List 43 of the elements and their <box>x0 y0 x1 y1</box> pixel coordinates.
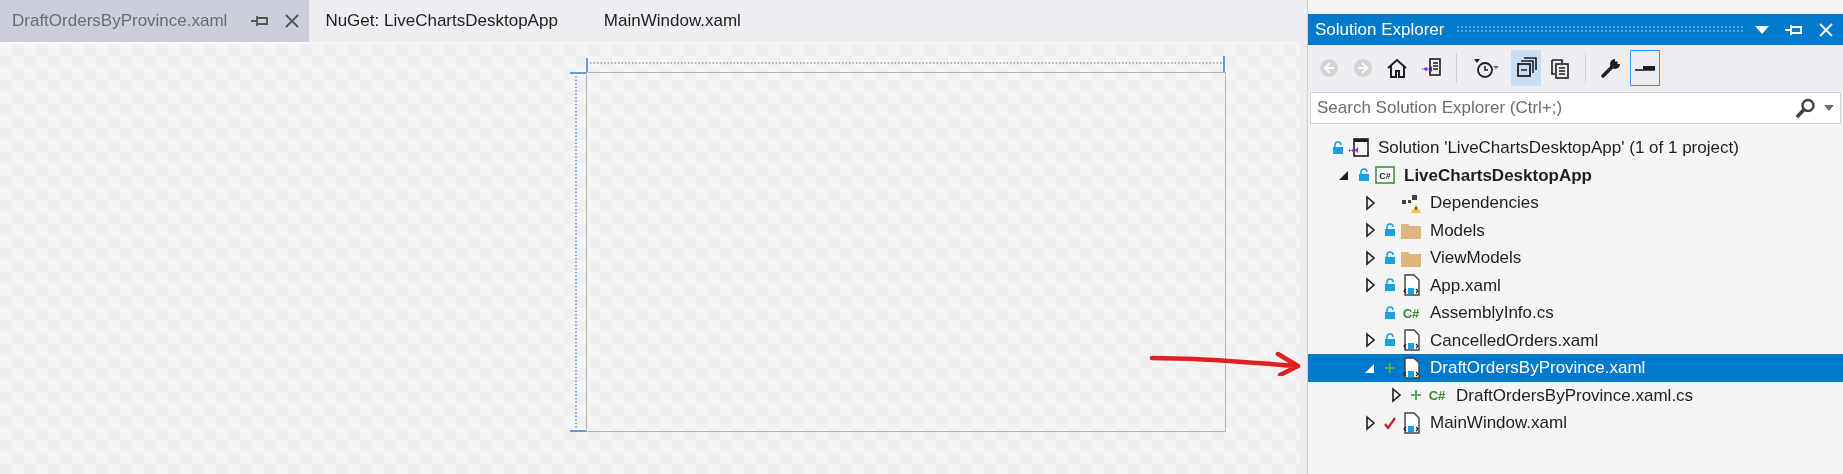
home-icon <box>1386 57 1408 79</box>
csharp-project-icon: C# <box>1374 164 1396 187</box>
views-icon <box>1420 57 1442 79</box>
csharp-file-icon: C# <box>1400 301 1422 324</box>
tree-item[interactable]: Solution 'LiveChartsDesktopApp' (1 of 1 project) <box>1308 134 1843 162</box>
tree-item[interactable]: DraftOrdersByProvince.xaml <box>1308 354 1843 382</box>
document-tab[interactable]: MainWindow.xaml <box>591 0 751 42</box>
item-label: Dependencies <box>1430 192 1539 214</box>
panel-title: Solution Explorer <box>1315 18 1445 41</box>
item-label: App.xaml <box>1430 274 1501 297</box>
tree-item[interactable]: C# LiveChartsDesktopApp <box>1308 161 1843 189</box>
csharp-file-icon: C# <box>1426 384 1448 407</box>
tree-item[interactable]: C# DraftOrdersByProvince.xaml.cs <box>1308 381 1843 409</box>
tree-item[interactable]: Models <box>1308 216 1843 244</box>
toolbar-button[interactable] <box>1511 50 1541 86</box>
tree-item[interactable]: C# AssemblyInfo.cs <box>1308 299 1843 327</box>
item-label: MainWindow.xaml <box>1430 412 1567 434</box>
close-icon[interactable] <box>285 14 300 28</box>
item-label: Solution 'LiveChartsDesktopApp' (1 of 1 project) <box>1378 137 1739 159</box>
forward-icon <box>1352 57 1374 79</box>
item-label: LiveChartsDesktopApp <box>1404 164 1592 187</box>
solution-icon <box>1348 136 1370 159</box>
pin-icon[interactable] <box>251 15 270 27</box>
item-label: DraftOrdersByProvince.xaml.cs <box>1456 384 1694 407</box>
wrench-icon <box>1600 57 1622 79</box>
files-icon <box>1549 57 1571 79</box>
tree-item[interactable]: ViewModels <box>1308 244 1843 272</box>
clock-icon <box>1473 57 1501 79</box>
tree-item[interactable]: Dependencies <box>1308 189 1843 217</box>
item-label: DraftOrdersByProvince.xaml <box>1430 357 1646 379</box>
item-label: AssemblyInfo.cs <box>1430 302 1554 324</box>
item-label: Models <box>1430 219 1485 242</box>
toolbar-button[interactable] <box>1630 50 1660 86</box>
preview-icon <box>1635 65 1655 71</box>
item-label: ViewModels <box>1430 247 1522 269</box>
back-icon <box>1318 57 1340 79</box>
dropdown-icon[interactable] <box>1755 25 1769 34</box>
item-label: CancelledOrders.xaml <box>1430 329 1599 352</box>
tree-item[interactable]: App.xaml <box>1308 271 1843 299</box>
tree-item[interactable]: CancelledOrders.xaml <box>1308 326 1843 354</box>
document-tab[interactable]: NuGet: LiveChartsDesktopApp <box>313 0 568 42</box>
collapse-icon <box>1515 57 1537 79</box>
tree-item[interactable]: MainWindow.xaml <box>1308 409 1843 437</box>
